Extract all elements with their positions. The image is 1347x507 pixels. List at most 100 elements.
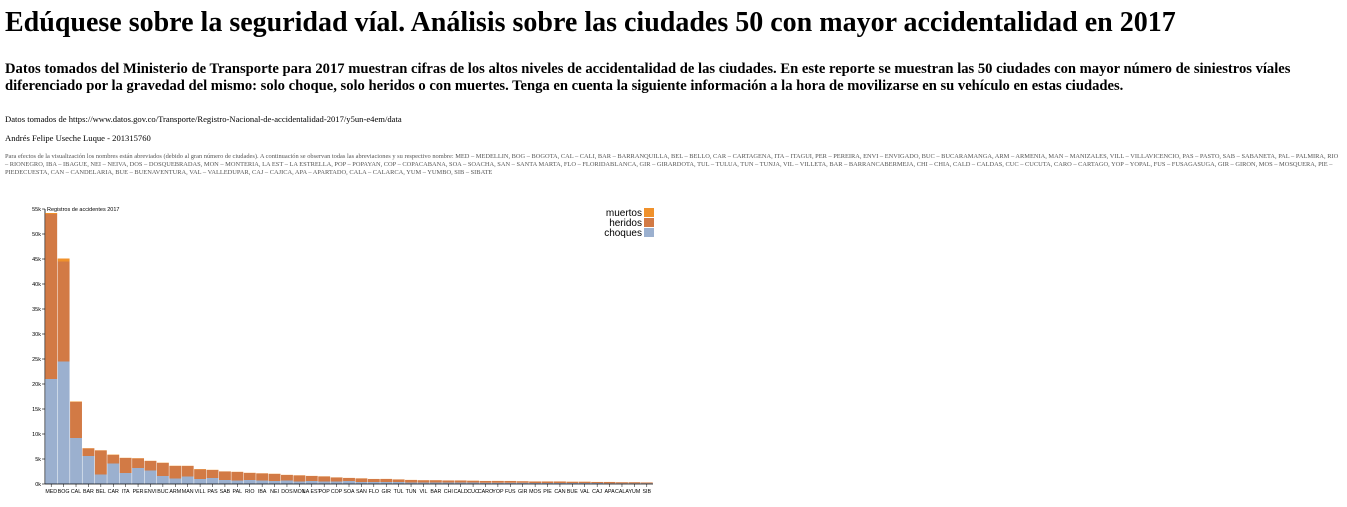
x-tick-label: GIR xyxy=(518,489,528,495)
x-tick-label: CAJ xyxy=(592,489,602,495)
y-tick-label: 15k xyxy=(32,407,41,413)
author-text: Andrés Felipe Useche Luque - 201315760 xyxy=(5,133,151,143)
bar-segment-muertos xyxy=(57,258,70,262)
x-tick-label: BOG xyxy=(58,489,70,495)
bar-segment-heridos xyxy=(529,481,542,483)
legend-label-choques: choques xyxy=(604,228,642,239)
bar-segment-heridos xyxy=(392,479,405,482)
bar-segment-choques xyxy=(343,481,355,484)
page-subtitle: Datos tomados del Ministerio de Transpor… xyxy=(5,61,1291,94)
x-tick-label: CARO xyxy=(478,489,493,495)
x-tick-label: PER xyxy=(133,489,144,495)
bar-segment-heridos xyxy=(417,480,430,483)
bar-segment-choques xyxy=(82,456,95,484)
bar-segment-heridos xyxy=(467,480,480,483)
bar-segment-heridos xyxy=(156,463,169,476)
bar-segment-heridos xyxy=(169,466,182,479)
bar-segment-heridos xyxy=(541,481,554,483)
x-tick-label: BAR xyxy=(83,489,94,495)
x-tick-label: BUC xyxy=(157,489,168,495)
bar-segment-heridos xyxy=(578,481,591,483)
bar-segment-heridos xyxy=(243,473,256,480)
x-tick-label: APA xyxy=(604,489,615,495)
x-tick-label: RIO xyxy=(245,489,254,495)
x-axis: MED BOG CAL BAR BEL CAR ITA PER ENVI BUC ARM MAN VIL… xyxy=(45,483,653,495)
bar-segment-choques xyxy=(70,438,82,484)
bar-segment-heridos xyxy=(70,402,82,438)
bar-segment-heridos xyxy=(603,482,616,484)
bar-segment-heridos xyxy=(256,473,269,481)
bar-segment-heridos xyxy=(479,481,492,483)
y-tick-label: 40k xyxy=(32,282,41,288)
x-tick-label: SAB xyxy=(220,489,231,495)
chart-legend: muertosheridoschoques xyxy=(604,208,654,239)
bar-segment-heridos xyxy=(119,458,132,473)
x-tick-label: NEI xyxy=(270,489,279,495)
stacked-bar-chart: 0k 5k 10k 15k 20k 25k 30k 35k 40k 45k 50k 55k MED BO… xyxy=(32,207,654,495)
x-tick-label: FUS xyxy=(505,489,516,495)
bar-segment-choques xyxy=(132,468,145,484)
x-tick-label: MOS xyxy=(529,489,542,495)
x-tick-label: ARM xyxy=(169,489,181,495)
bar-segment-heridos xyxy=(454,480,467,483)
bar-segment-choques xyxy=(57,361,70,484)
bar-segment-heridos xyxy=(281,475,293,481)
x-tick-label: CALA xyxy=(615,489,629,495)
x-tick-label: POP xyxy=(319,489,331,495)
page-title: Edúquese sobre la seguridad víal. Anális… xyxy=(5,7,1176,38)
bar-segment-choques xyxy=(256,480,269,484)
bar-segment-heridos xyxy=(516,481,529,483)
abbreviations-note: Para efectos de la visualización los nom… xyxy=(5,153,1339,177)
bar-segment-heridos xyxy=(94,450,107,475)
y-tick-label: 25k xyxy=(32,357,41,363)
bar-segment-heridos xyxy=(57,261,70,362)
bar-segment-heridos xyxy=(429,480,442,483)
x-tick-label: TUN xyxy=(406,489,417,495)
bar-segment-choques xyxy=(243,480,256,484)
x-tick-label: SAN xyxy=(356,489,367,495)
bar-segment-heridos xyxy=(367,479,380,482)
x-tick-label: PIE xyxy=(543,489,552,495)
bar-segment-heridos xyxy=(491,481,504,483)
bar-segment-heridos xyxy=(218,471,231,480)
bar-segment-heridos xyxy=(318,476,331,482)
bar-segment-heridos xyxy=(566,481,579,483)
x-tick-label: CAL xyxy=(71,489,81,495)
x-tick-label: PAL xyxy=(233,489,243,495)
bar-segment-heridos xyxy=(591,482,604,483)
x-tick-label: FLO xyxy=(369,489,379,495)
x-tick-label: BUE xyxy=(567,489,578,495)
bar-segment-choques xyxy=(156,476,169,484)
bar-segment-heridos xyxy=(628,482,641,484)
bar-segment-choques xyxy=(206,478,219,484)
x-tick-label: CAR xyxy=(108,489,119,495)
bar-segment-heridos xyxy=(45,214,58,379)
bars-group xyxy=(45,213,653,484)
legend-swatch-choques xyxy=(644,228,654,237)
bar-segment-heridos xyxy=(442,480,455,483)
bar-segment-heridos xyxy=(107,455,120,464)
y-tick-label: 20k xyxy=(32,382,41,388)
bar-segment-choques xyxy=(107,463,120,484)
bar-segment-heridos xyxy=(194,469,207,479)
bar-segment-heridos xyxy=(616,482,628,484)
bar-segment-heridos xyxy=(132,458,145,468)
bar-segment-heridos xyxy=(268,474,281,481)
x-tick-label: SOA xyxy=(343,489,355,495)
bar-segment-choques xyxy=(194,479,207,484)
bar-segment-heridos xyxy=(305,476,318,481)
bar-segment-choques xyxy=(45,379,58,484)
bar-segment-choques xyxy=(218,480,231,484)
bar-segment-heridos xyxy=(293,475,306,482)
x-tick-label: CALD xyxy=(454,489,468,495)
x-tick-label: GIR xyxy=(382,489,392,495)
bar-segment-heridos xyxy=(380,479,393,482)
x-tick-label: SIB xyxy=(643,489,652,495)
x-tick-label: BAR xyxy=(430,489,441,495)
x-tick-label: ENVI xyxy=(144,489,156,495)
bar-segment-heridos xyxy=(181,466,194,477)
bar-segment-heridos xyxy=(405,480,417,483)
y-tick-label: 5k xyxy=(35,457,41,463)
bar-segment-heridos xyxy=(553,481,566,483)
bar-segment-heridos xyxy=(640,482,653,484)
